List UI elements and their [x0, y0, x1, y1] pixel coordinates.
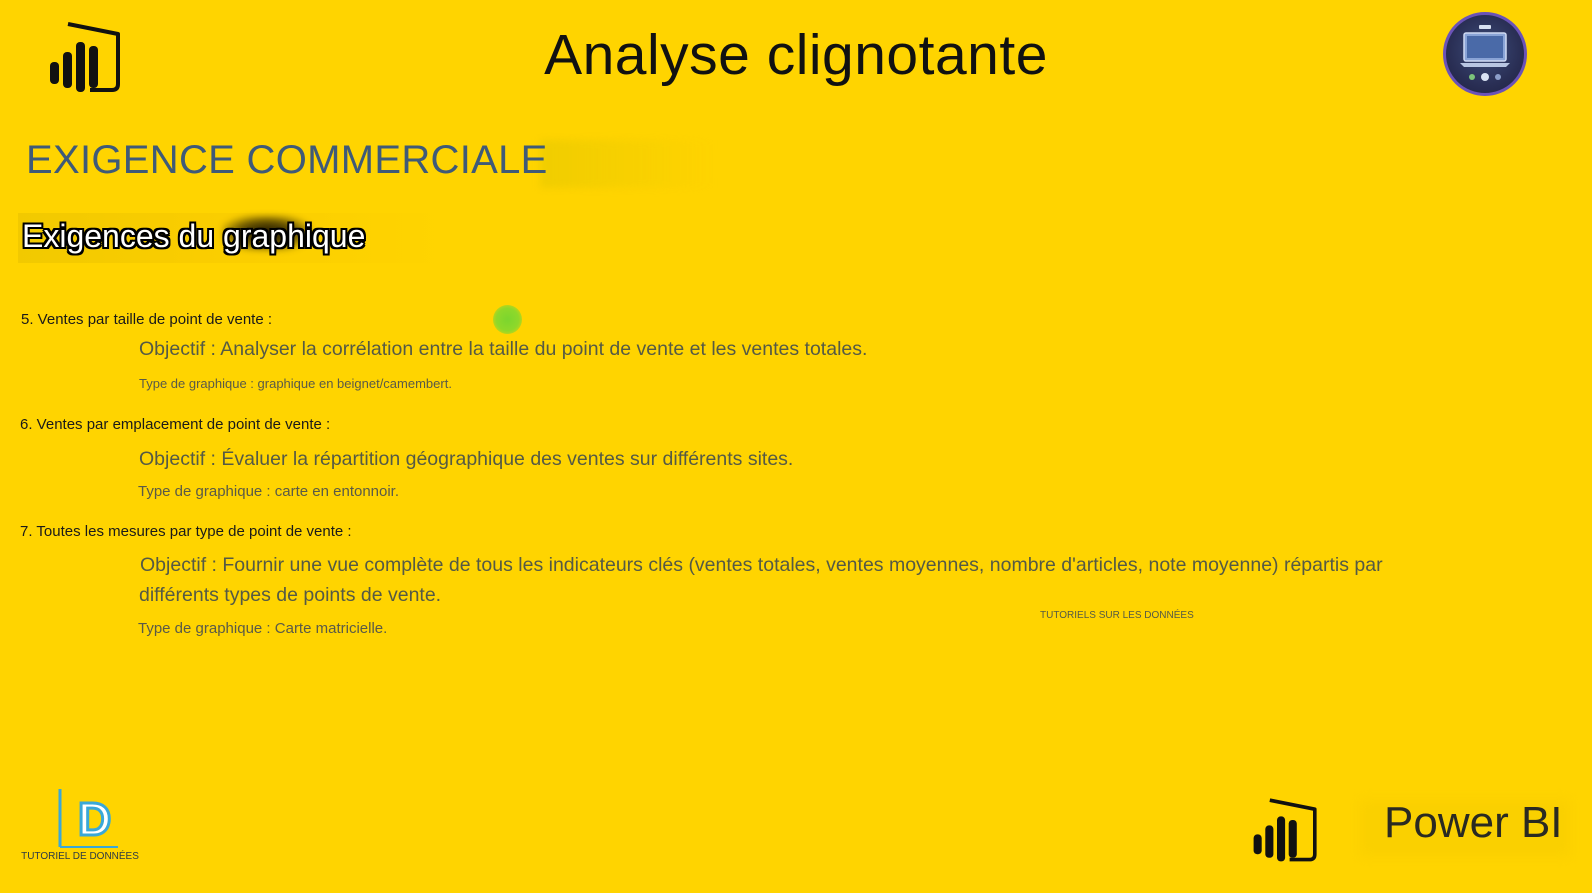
item-chart-type-7: Type de graphique : Carte matricielle. [138, 620, 388, 637]
subtitle: Exigences du graphique [22, 218, 366, 254]
cursor-highlight [493, 305, 522, 334]
item-heading-5: 5. Ventes par taille de point de vente : [21, 311, 273, 328]
item-chart-type-5: Type de graphique : graphique en beignet… [139, 376, 452, 391]
td-logo-label: TUTORIEL DE DONNÉES [21, 851, 139, 862]
item-objective-6: Objectif : Évaluer la répartition géogra… [139, 448, 794, 470]
blur-artifact [540, 140, 715, 188]
item-objective-5: Objectif : Analyser la corrélation entre… [139, 338, 868, 360]
page-title: Analyse clignotante [544, 23, 1048, 87]
power-bi-logo-icon [1253, 798, 1317, 862]
item-heading-7: 7. Toutes les mesures par type de point … [20, 523, 352, 540]
channel-avatar-icon [1443, 12, 1527, 96]
item-heading-6: 6. Ventes par emplacement de point de ve… [20, 416, 331, 433]
section-title: EXIGENCE COMMERCIALE [26, 138, 548, 182]
item-objective-7-line1: Objectif : Fournir une vue complète de t… [140, 554, 1383, 576]
td-letter: D [78, 793, 111, 845]
item-objective-7-line2: différents types de points de vente. [139, 584, 442, 606]
power-bi-label: Power BI [1384, 798, 1563, 847]
watermark: TUTORIELS SUR LES DONNÉES [1040, 610, 1194, 621]
item-chart-type-6: Type de graphique : carte en entonnoir. [138, 483, 400, 500]
